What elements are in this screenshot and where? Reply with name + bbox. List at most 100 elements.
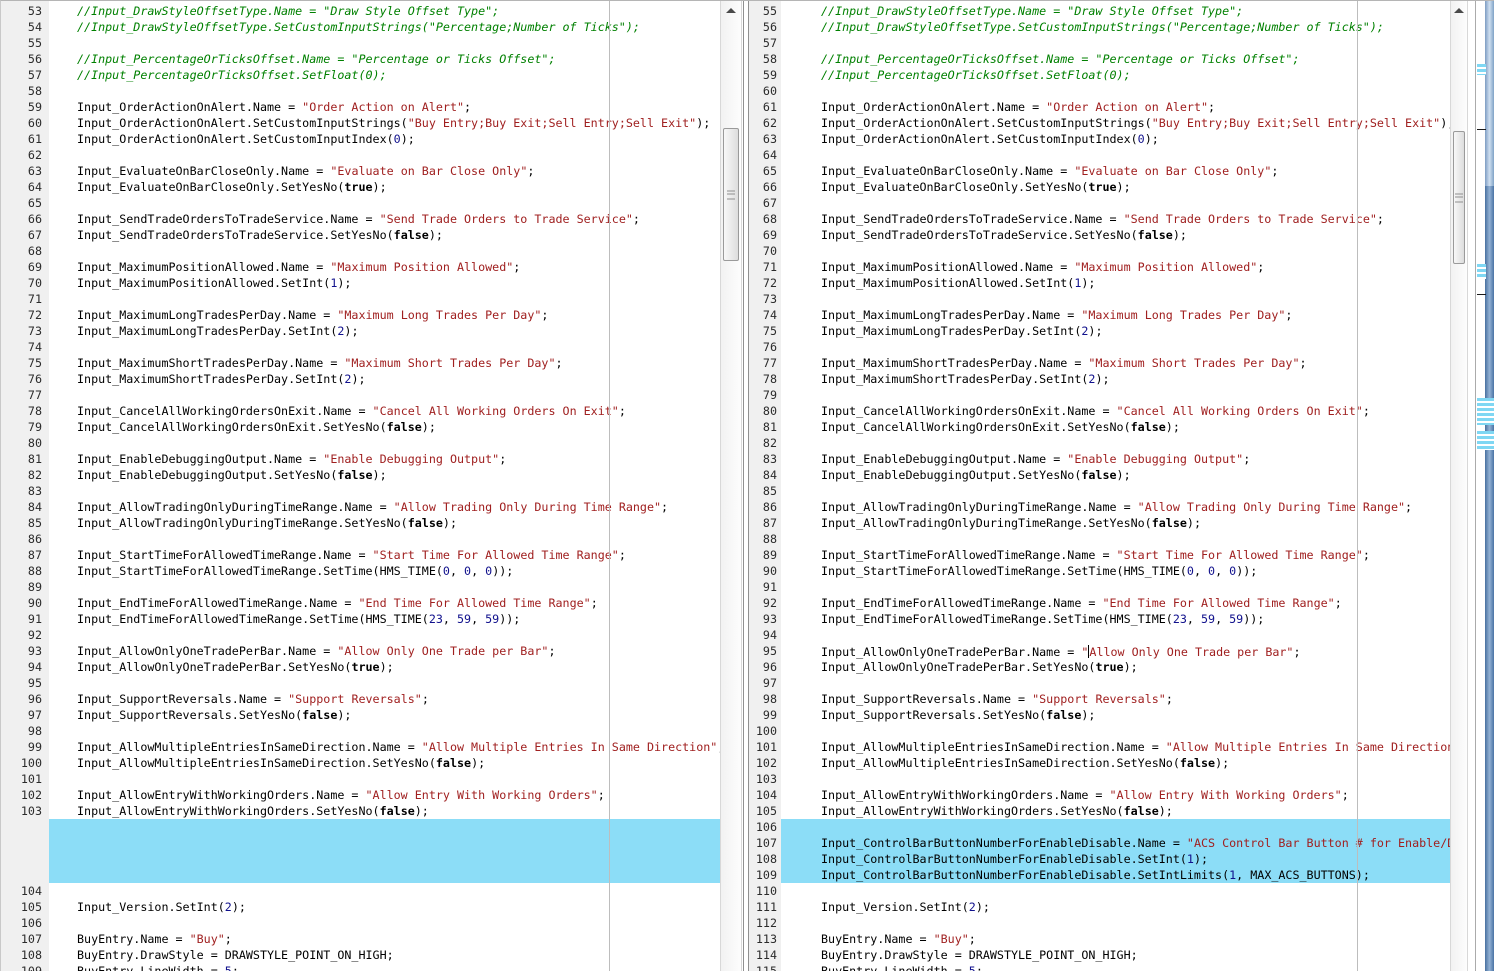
code-line[interactable]: Input_EndTimeForAllowedTimeRange.SetTime… xyxy=(49,611,720,627)
code-line[interactable]: Input_MaximumLongTradesPerDay.Name = "Ma… xyxy=(49,307,720,323)
code-line[interactable] xyxy=(49,35,720,51)
code-line[interactable]: Input_AllowMultipleEntriesInSameDirectio… xyxy=(781,739,1450,755)
code-line[interactable]: Input_StartTimeForAllowedTimeRange.SetTi… xyxy=(49,563,720,579)
code-line[interactable]: Input_OrderActionOnAlert.Name = "Order A… xyxy=(781,99,1450,115)
code-line[interactable]: BuyEntry.DrawStyle = DRAWSTYLE_POINT_ON_… xyxy=(781,947,1450,963)
code-line[interactable] xyxy=(781,579,1450,595)
code-line[interactable]: Input_SendTradeOrdersToTradeService.Name… xyxy=(781,211,1450,227)
code-line[interactable] xyxy=(49,243,720,259)
diff-map-mark[interactable] xyxy=(1477,398,1494,425)
code-line[interactable] xyxy=(49,291,720,307)
code-line[interactable]: Input_MaximumShortTradesPerDay.Name = "M… xyxy=(781,355,1450,371)
code-line[interactable] xyxy=(781,35,1450,51)
code-line[interactable]: BuyEntry.LineWidth = 5; xyxy=(49,963,720,971)
code-line[interactable]: //Input_PercentageOrTicksOffset.SetFloat… xyxy=(49,67,720,83)
code-line[interactable] xyxy=(49,579,720,595)
code-line[interactable]: Input_EnableDebuggingOutput.SetYesNo(fal… xyxy=(49,467,720,483)
code-line[interactable]: Input_SupportReversals.Name = "Support R… xyxy=(781,691,1450,707)
code-line[interactable]: Input_SupportReversals.SetYesNo(false); xyxy=(781,707,1450,723)
code-line[interactable]: Input_AllowOnlyOneTradePerBar.Name = "Al… xyxy=(781,643,1450,659)
code-line[interactable]: Input_AllowTradingOnlyDuringTimeRange.Na… xyxy=(781,499,1450,515)
code-line[interactable] xyxy=(781,771,1450,787)
code-line[interactable]: Input_MaximumShortTradesPerDay.Name = "M… xyxy=(49,355,720,371)
code-line[interactable] xyxy=(781,435,1450,451)
code-line[interactable]: Input_SupportReversals.SetYesNo(false); xyxy=(49,707,720,723)
code-line[interactable] xyxy=(49,387,720,403)
code-line[interactable]: Input_SupportReversals.Name = "Support R… xyxy=(49,691,720,707)
code-line[interactable]: BuyEntry.Name = "Buy"; xyxy=(49,931,720,947)
code-line[interactable] xyxy=(49,483,720,499)
diff-highlighted-code-line[interactable]: Input_ControlBarButtonNumberForEnableDis… xyxy=(781,835,1450,851)
code-line[interactable]: Input_EnableDebuggingOutput.SetYesNo(fal… xyxy=(781,467,1450,483)
left-scrollbar-thumb[interactable] xyxy=(723,128,739,261)
code-line[interactable]: Input_AllowMultipleEntriesInSameDirectio… xyxy=(49,739,720,755)
code-line[interactable]: Input_EnableDebuggingOutput.Name = "Enab… xyxy=(781,451,1450,467)
code-line[interactable]: Input_EvaluateOnBarCloseOnly.Name = "Eva… xyxy=(49,163,720,179)
code-line[interactable]: Input_CancelAllWorkingOrdersOnExit.SetYe… xyxy=(49,419,720,435)
code-line[interactable]: Input_OrderActionOnAlert.SetCustomInputI… xyxy=(49,131,720,147)
code-line[interactable]: Input_EndTimeForAllowedTimeRange.Name = … xyxy=(49,595,720,611)
code-line[interactable] xyxy=(49,915,720,931)
code-line[interactable]: Input_AllowMultipleEntriesInSameDirectio… xyxy=(49,755,720,771)
code-line[interactable]: Input_AllowEntryWithWorkingOrders.Name =… xyxy=(781,787,1450,803)
code-line[interactable]: Input_MaximumPositionAllowed.Name = "Max… xyxy=(49,259,720,275)
code-line[interactable]: Input_AllowOnlyOneTradePerBar.Name = "Al… xyxy=(49,643,720,659)
code-line[interactable] xyxy=(49,147,720,163)
diff-location-overview-column[interactable] xyxy=(1475,1,1494,971)
code-line[interactable] xyxy=(781,83,1450,99)
code-line[interactable]: Input_Version.SetInt(2); xyxy=(49,899,720,915)
code-line[interactable]: //Input_DrawStyleOffsetType.SetCustomInp… xyxy=(781,19,1450,35)
code-line[interactable]: Input_MaximumShortTradesPerDay.SetInt(2)… xyxy=(49,371,720,387)
diff-highlighted-code-line[interactable]: Input_ControlBarButtonNumberForEnableDis… xyxy=(781,867,1450,883)
code-line[interactable]: Input_StartTimeForAllowedTimeRange.Name … xyxy=(781,547,1450,563)
code-line[interactable]: Input_StartTimeForAllowedTimeRange.Name … xyxy=(49,547,720,563)
code-line[interactable]: //Input_PercentageOrTicksOffset.Name = "… xyxy=(49,51,720,67)
code-line[interactable]: Input_OrderActionOnAlert.Name = "Order A… xyxy=(49,99,720,115)
code-line[interactable] xyxy=(781,883,1450,899)
code-line[interactable]: Input_MaximumLongTradesPerDay.SetInt(2); xyxy=(49,323,720,339)
code-line[interactable]: Input_Version.SetInt(2); xyxy=(781,899,1450,915)
code-line[interactable]: Input_AllowTradingOnlyDuringTimeRange.Na… xyxy=(49,499,720,515)
code-line[interactable]: Input_SendTradeOrdersToTradeService.Name… xyxy=(49,211,720,227)
diff-map-mark[interactable] xyxy=(1477,264,1486,279)
diff-highlighted-code-line[interactable] xyxy=(49,819,720,835)
code-line[interactable] xyxy=(781,483,1450,499)
code-line[interactable] xyxy=(781,243,1450,259)
code-line[interactable] xyxy=(49,771,720,787)
code-line[interactable] xyxy=(49,627,720,643)
scroll-up-arrow-icon[interactable] xyxy=(1454,8,1464,13)
code-line[interactable]: Input_MaximumLongTradesPerDay.Name = "Ma… xyxy=(781,307,1450,323)
diff-highlighted-code-line[interactable] xyxy=(49,867,720,883)
code-line[interactable]: Input_MaximumLongTradesPerDay.SetInt(2); xyxy=(781,323,1450,339)
code-line[interactable]: Input_SendTradeOrdersToTradeService.SetY… xyxy=(781,227,1450,243)
code-line[interactable] xyxy=(781,627,1450,643)
code-line[interactable] xyxy=(49,195,720,211)
right-pane-scrollbar[interactable] xyxy=(1450,1,1468,971)
code-line[interactable]: Input_MaximumPositionAllowed.Name = "Max… xyxy=(781,259,1450,275)
code-line[interactable] xyxy=(49,883,720,899)
code-line[interactable]: BuyEntry.DrawStyle = DRAWSTYLE_POINT_ON_… xyxy=(49,947,720,963)
code-line[interactable]: Input_CancelAllWorkingOrdersOnExit.Name … xyxy=(49,403,720,419)
diff-highlighted-code-line[interactable]: Input_ControlBarButtonNumberForEnableDis… xyxy=(781,851,1450,867)
code-line[interactable]: Input_MaximumPositionAllowed.SetInt(1); xyxy=(49,275,720,291)
code-line[interactable]: Input_AllowMultipleEntriesInSameDirectio… xyxy=(781,755,1450,771)
code-line[interactable]: Input_EvaluateOnBarCloseOnly.SetYesNo(tr… xyxy=(49,179,720,195)
right-code-editor-area[interactable]: //Input_DrawStyleOffsetType.Name = "Draw… xyxy=(781,1,1450,971)
diff-highlighted-code-line[interactable] xyxy=(781,819,1450,835)
code-line[interactable]: BuyEntry.LineWidth = 5; xyxy=(781,963,1450,971)
diff-highlighted-code-line[interactable] xyxy=(49,851,720,867)
code-line[interactable] xyxy=(781,915,1450,931)
code-line[interactable]: Input_SendTradeOrdersToTradeService.SetY… xyxy=(49,227,720,243)
code-line[interactable]: Input_AllowEntryWithWorkingOrders.Name =… xyxy=(49,787,720,803)
code-line[interactable] xyxy=(49,531,720,547)
code-line[interactable]: //Input_PercentageOrTicksOffset.Name = "… xyxy=(781,51,1450,67)
scroll-up-arrow-icon[interactable] xyxy=(726,8,736,13)
code-line[interactable]: //Input_DrawStyleOffsetType.Name = "Draw… xyxy=(49,3,720,19)
code-line[interactable] xyxy=(781,339,1450,355)
code-line[interactable]: BuyEntry.Name = "Buy"; xyxy=(781,931,1450,947)
left-code-editor-area[interactable]: //Input_DrawStyleOffsetType.Name = "Draw… xyxy=(49,1,720,971)
code-line[interactable] xyxy=(781,723,1450,739)
code-line[interactable] xyxy=(781,675,1450,691)
diff-highlighted-code-line[interactable] xyxy=(49,835,720,851)
code-line[interactable]: Input_AllowOnlyOneTradePerBar.SetYesNo(t… xyxy=(781,659,1450,675)
